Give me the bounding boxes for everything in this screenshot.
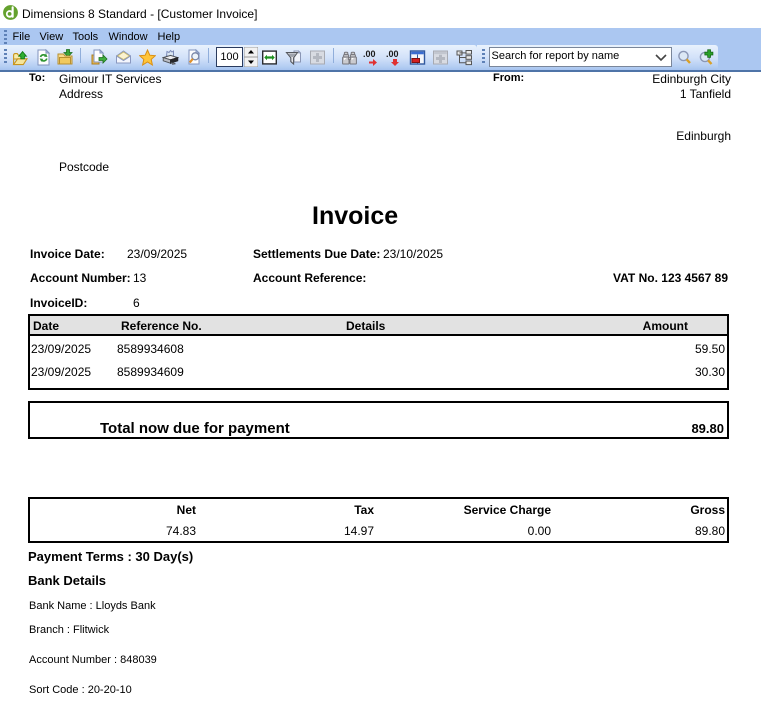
svg-text:.00: .00 bbox=[386, 49, 399, 59]
svg-text:.00: .00 bbox=[363, 49, 376, 59]
